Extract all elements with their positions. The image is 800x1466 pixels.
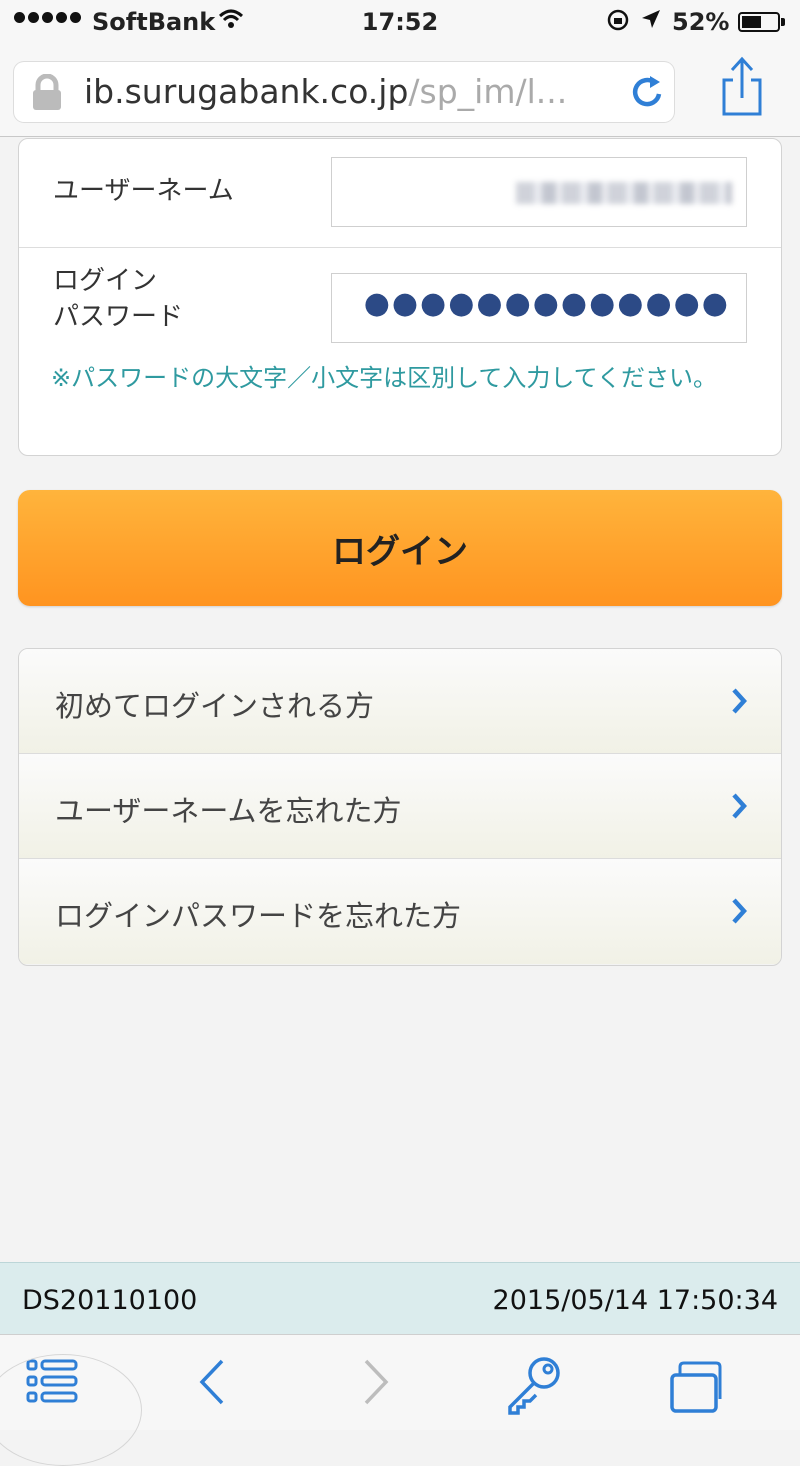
help-links-list: 初めてログインされる方 ユーザーネームを忘れた方 ログインパスワードを忘れた方 (18, 648, 782, 966)
url-host: ib.surugabank.co.jp (84, 72, 409, 111)
screen-code: DS20110100 (22, 1285, 198, 1316)
password-case-note: ※パスワードの大文字／小文字は区別して入力してください。 (51, 364, 717, 392)
password-masked-value: ●●●●●●●●●●●●● (363, 286, 730, 321)
username-label: ユーザーネーム (53, 176, 234, 206)
page-footer: DS20110100 2015/05/14 17:50:34 (0, 1262, 800, 1335)
location-arrow-icon (640, 8, 662, 36)
link-label: ログインパスワードを忘れた方 (55, 899, 462, 933)
battery-percent: 52% (672, 8, 730, 36)
login-form: ユーザーネーム ログイン パスワード ●●●●●●●●●●●●● ※パスワードの… (18, 138, 782, 456)
rotation-lock-icon (606, 8, 630, 38)
status-bar: SoftBank 17:52 52% (0, 0, 800, 44)
back-icon[interactable] (194, 1357, 230, 1411)
login-button[interactable]: ログイン (18, 490, 782, 606)
address-bar[interactable]: ib.surugabank.co.jp/sp_im/l... (14, 62, 674, 122)
link-label: 初めてログインされる方 (55, 689, 375, 723)
browser-nav-bar: ib.surugabank.co.jp/sp_im/l... (0, 44, 800, 137)
battery-icon (738, 12, 785, 32)
bookmarks-icon[interactable] (0, 1354, 142, 1466)
forward-icon[interactable] (358, 1357, 394, 1411)
link-label: ユーザーネームを忘れた方 (55, 794, 402, 828)
link-forgot-username[interactable]: ユーザーネームを忘れた方 (19, 754, 781, 859)
password-label-line2: パスワード (53, 302, 184, 332)
tabs-icon[interactable] (668, 1359, 724, 1419)
password-label-line1: ログイン (53, 266, 158, 296)
chevron-right-icon (731, 687, 748, 722)
password-row: ログイン パスワード ●●●●●●●●●●●●● ※パスワードの大文字／小文字は… (19, 247, 781, 457)
chevron-right-icon (731, 897, 748, 932)
key-icon[interactable] (504, 1353, 566, 1419)
password-input[interactable]: ●●●●●●●●●●●●● (331, 273, 747, 343)
username-value-blurred (516, 182, 732, 204)
link-first-time-login[interactable]: 初めてログインされる方 (19, 649, 781, 754)
timestamp: 2015/05/14 17:50:34 (492, 1285, 778, 1316)
browser-toolbar (0, 1334, 800, 1466)
password-label: ログイン パスワード (53, 263, 183, 335)
padlock-icon (30, 73, 64, 116)
url-path: /sp_im/l... (408, 72, 568, 111)
share-icon[interactable] (716, 54, 768, 124)
username-input[interactable] (331, 157, 747, 227)
reload-icon[interactable] (628, 72, 668, 116)
url-text: ib.surugabank.co.jp/sp_im/l... (84, 72, 604, 111)
link-forgot-password[interactable]: ログインパスワードを忘れた方 (19, 859, 781, 964)
chevron-right-icon (731, 792, 748, 827)
username-row: ユーザーネーム (19, 139, 781, 248)
